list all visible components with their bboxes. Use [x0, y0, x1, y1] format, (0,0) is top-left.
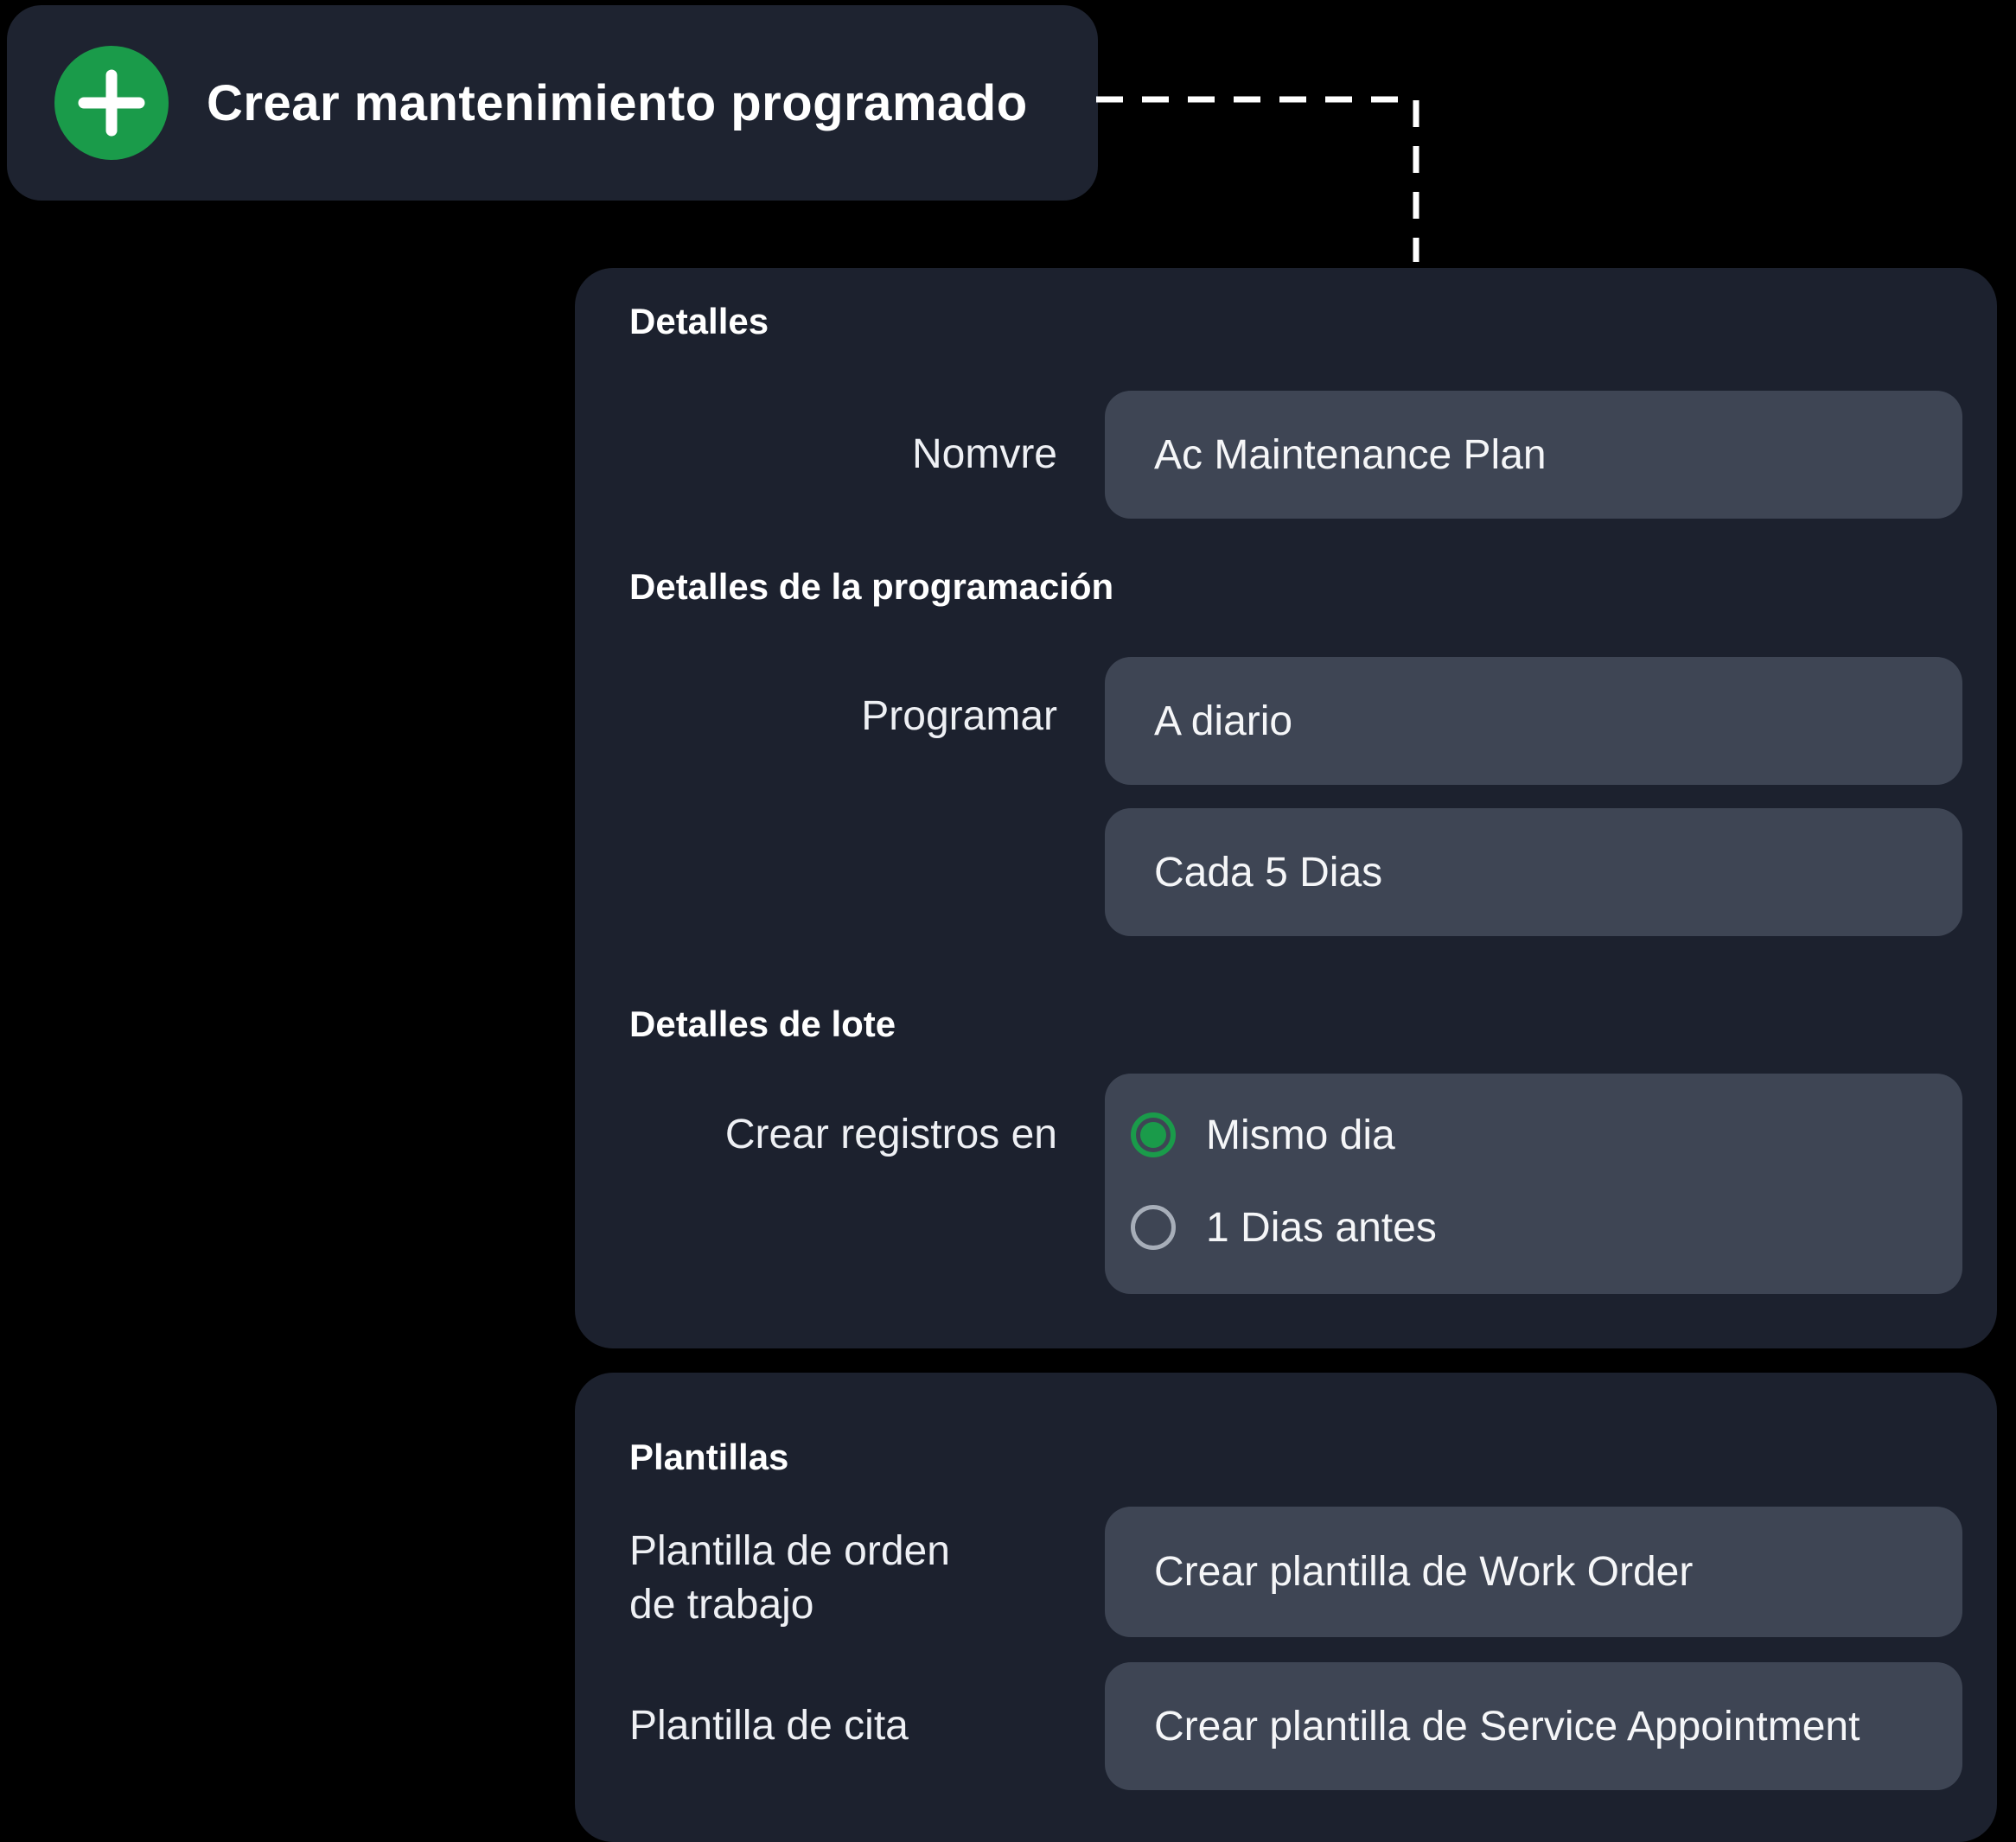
name-input-value: Ac Maintenance Plan [1154, 431, 1547, 479]
schedule-heading: Detalles de la programación [629, 563, 1113, 611]
create-work-order-template-button[interactable]: Crear plantilla de Work Order [1105, 1507, 1962, 1637]
create-records-radio-group: Mismo dia 1 Dias antes [1105, 1074, 1962, 1294]
radio-unselected-icon [1131, 1205, 1176, 1250]
create-scheduled-maintenance-button[interactable]: Crear mantenimiento programado [7, 5, 1098, 201]
schedule-select[interactable]: A diario [1105, 657, 1962, 785]
appointment-template-label: Plantilla de cita [629, 1698, 1001, 1755]
radio-option-label: 1 Dias antes [1206, 1204, 1437, 1252]
create-service-appointment-template-label: Crear plantilla de Service Appointment [1154, 1703, 1860, 1750]
work-order-template-label: Plantilla de orden de trabajo [629, 1525, 1001, 1632]
radio-option-days-before[interactable]: 1 Dias antes [1131, 1205, 1437, 1250]
schedule-select-value: A diario [1154, 698, 1292, 745]
schedule-label: Programar [629, 688, 1057, 745]
header-title: Crear mantenimiento programado [207, 74, 1028, 132]
batch-heading: Detalles de lote [629, 1000, 896, 1048]
details-panel: Detalles Nomvre Ac Maintenance Plan Deta… [575, 268, 1997, 1348]
plus-icon [54, 46, 169, 160]
templates-panel: Plantillas Plantilla de orden de trabajo… [575, 1373, 1997, 1842]
frequency-select-value: Cada 5 Dias [1154, 849, 1382, 896]
radio-option-label: Mismo dia [1206, 1112, 1395, 1159]
radio-option-same-day[interactable]: Mismo dia [1131, 1112, 1395, 1157]
create-service-appointment-template-button[interactable]: Crear plantilla de Service Appointment [1105, 1662, 1962, 1790]
frequency-select[interactable]: Cada 5 Dias [1105, 808, 1962, 936]
page: { "colors": { "page_bg": "#000000", "car… [0, 0, 2016, 1842]
batch-label: Crear registros en [629, 1106, 1057, 1163]
templates-heading: Plantillas [629, 1433, 788, 1482]
create-work-order-template-label: Crear plantilla de Work Order [1154, 1548, 1693, 1596]
details-heading: Detalles [629, 297, 769, 346]
radio-selected-icon [1131, 1112, 1176, 1157]
name-label: Nomvre [629, 426, 1057, 483]
name-input[interactable]: Ac Maintenance Plan [1105, 391, 1962, 519]
